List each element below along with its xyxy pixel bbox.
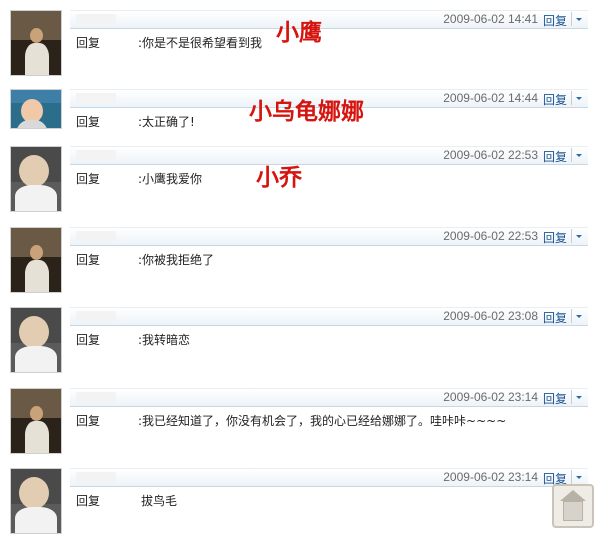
chevron-down-icon[interactable] [571,309,584,323]
reply-label: 回复 [76,172,101,186]
author-name-redacted [76,14,116,24]
user-avatar[interactable] [10,89,62,129]
reply-link[interactable]: 回复 [543,390,567,407]
user-avatar[interactable] [10,388,62,454]
comment-body: 回复 拔鸟毛 [76,492,177,509]
reply-link[interactable]: 回复 [543,229,567,246]
comment-header: 2009-06-02 22:53 回复 [70,146,588,165]
annotation-label: 小乌龟娜娜 [249,99,364,125]
comment-header: 2009-06-02 23:08 回复 [70,307,588,326]
chevron-down-icon[interactable] [571,229,584,243]
reply-link[interactable]: 回复 [543,309,567,326]
house-watermark-icon [552,484,594,528]
author-name-redacted [76,472,116,482]
comment-timestamp: 2009-06-02 14:44 [443,91,538,105]
reply-link[interactable]: 回复 [543,91,567,108]
author-name-redacted [76,93,116,103]
reply-label: 回复 [76,414,101,428]
comment-text: :你是不是很希望看到我 [138,36,263,50]
user-avatar[interactable] [10,307,62,373]
user-avatar[interactable] [10,10,62,76]
annotation-label: 小乔 [256,165,302,191]
author-name-redacted [76,392,116,402]
comment-body: 回复 :你被我拒绝了 [76,251,214,268]
user-avatar[interactable] [10,146,62,212]
reply-label: 回复 [76,494,101,508]
comment-text: 拔鸟毛 [141,494,178,508]
comment-body: 回复 :小鹰我爱你 [76,170,202,187]
reply-label: 回复 [76,253,101,267]
chevron-down-icon[interactable] [571,390,584,404]
comment-text: :小鹰我爱你 [138,172,203,186]
comment-body: 回复 :我转暗恋 [76,331,190,348]
chevron-down-icon[interactable] [571,470,584,484]
comment-timestamp: 2009-06-02 14:41 [443,12,538,26]
comment-timestamp: 2009-06-02 23:08 [443,309,538,323]
comment-header: 2009-06-02 14:41 回复 [70,10,588,29]
chevron-down-icon[interactable] [571,91,584,105]
comment-body: 回复 :你是不是很希望看到我 [76,34,262,51]
comment-header: 2009-06-02 22:53 回复 [70,227,588,246]
comment-timestamp: 2009-06-02 23:14 [443,390,538,404]
comment-text: :太正确了! [138,115,195,129]
author-name-redacted [76,231,116,241]
comment-text: :我已经知道了，你没有机会了，我的心已经给娜娜了。哇咔咔~~~~ [138,414,507,428]
chevron-down-icon[interactable] [571,148,584,162]
comment-page: 2009-06-02 14:41 回复 回复 :你是不是很希望看到我 2009-0… [0,0,606,541]
comment-body: 回复 :太正确了! [76,113,195,130]
comment-header: 2009-06-02 23:14 回复 [70,388,588,407]
comment-text: :我转暗恋 [138,333,191,347]
reply-link[interactable]: 回复 [543,12,567,29]
comment-timestamp: 2009-06-02 22:53 [443,229,538,243]
reply-link[interactable]: 回复 [543,148,567,165]
comment-timestamp: 2009-06-02 23:14 [443,470,538,484]
author-name-redacted [76,150,116,160]
comment-header: 2009-06-02 23:14 回复 [70,468,588,487]
annotation-label: 小鹰 [276,20,322,46]
reply-label: 回复 [76,333,101,347]
user-avatar[interactable] [10,468,62,534]
author-name-redacted [76,311,116,321]
reply-label: 回复 [76,36,101,50]
chevron-down-icon[interactable] [571,12,584,26]
comment-body: 回复 :我已经知道了，你没有机会了，我的心已经给娜娜了。哇咔咔~~~~ [76,412,506,429]
reply-label: 回复 [76,115,101,129]
comment-text: :你被我拒绝了 [138,253,215,267]
comment-timestamp: 2009-06-02 22:53 [443,148,538,162]
user-avatar[interactable] [10,227,62,293]
